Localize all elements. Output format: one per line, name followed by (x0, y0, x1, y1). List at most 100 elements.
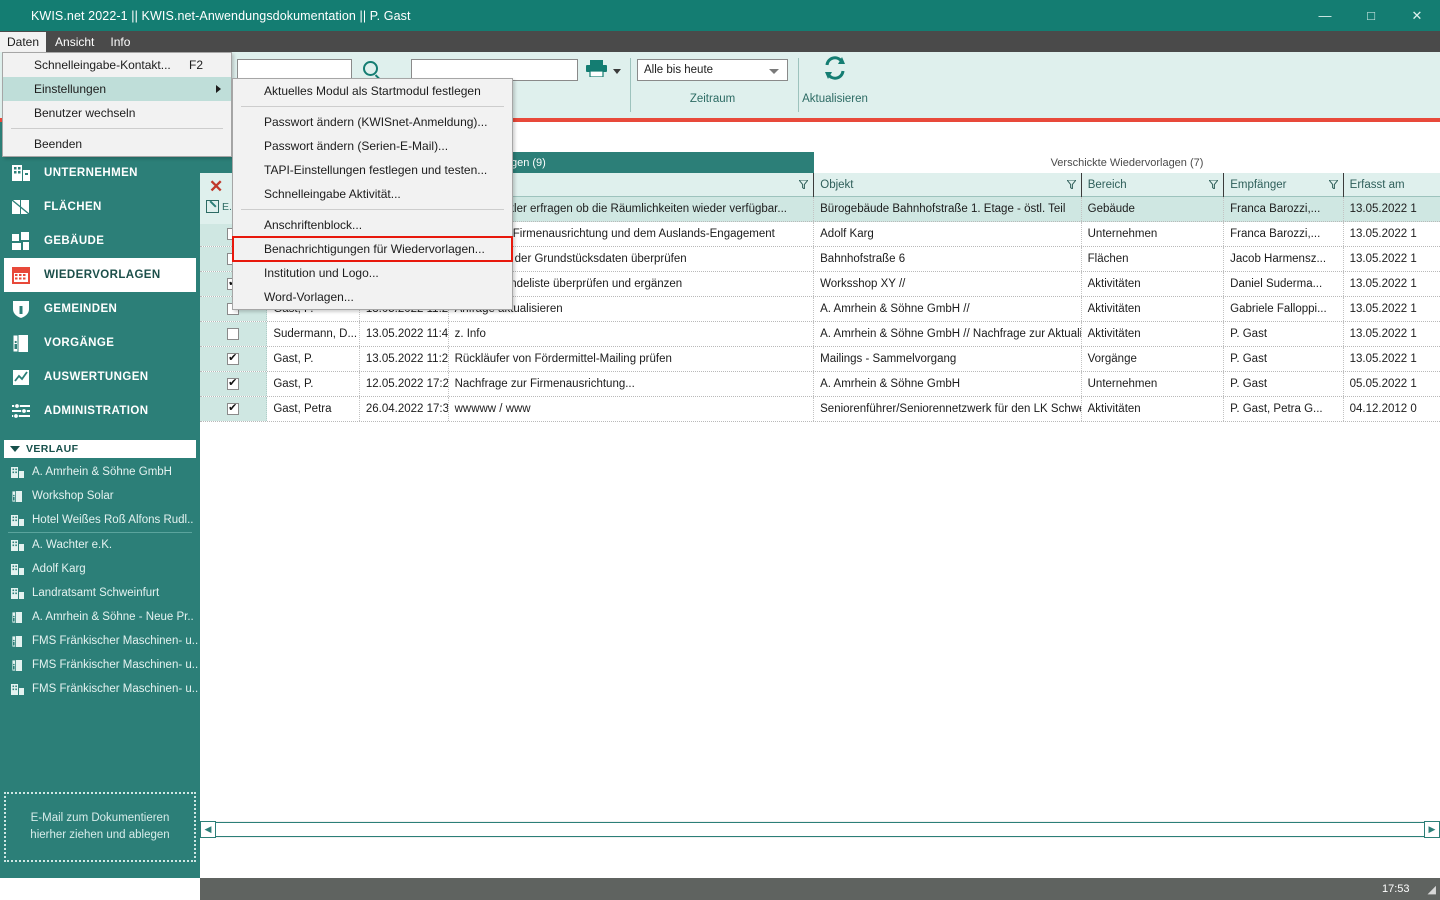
cell-erfasst: 13.05.2022 1 (1349, 353, 1417, 365)
sidebar-item-flaechen[interactable]: FLÄCHEN (0, 190, 200, 224)
sidebar-item-label: VORGÄNGE (44, 337, 115, 349)
folder-icon (10, 610, 25, 625)
refresh-icon[interactable] (822, 56, 848, 80)
column-header-erfasst-am[interactable]: Erfasst am (1344, 173, 1440, 197)
resize-grip-icon[interactable]: ◢ (1428, 883, 1436, 896)
cell-check[interactable] (200, 322, 268, 346)
menu-item-benutzer-wechseln[interactable]: Benutzer wechseln (3, 101, 231, 125)
column-header-bereich[interactable]: Bereich (1082, 173, 1225, 197)
cell-empfaenger: Jacob Harmensz... (1224, 247, 1344, 271)
submenu-item-tapi-einstellungen[interactable]: TAPI-Einstellungen festlegen und testen.… (233, 158, 512, 182)
cell-check[interactable] (200, 372, 268, 396)
table-row[interactable]: Gast, Petra26.04.2022 17:37:...wwwww / w… (200, 397, 1440, 422)
status-bar: 17:53 ◢ (200, 878, 1440, 900)
cell-empfaenger: P. Gast (1224, 347, 1344, 371)
cell-erfasst: 13.05.2022 1 (1349, 328, 1417, 340)
row-checkbox[interactable] (227, 328, 240, 340)
cell-check[interactable] (200, 347, 268, 371)
email-drop-line2: hierher ziehen und ablegen (30, 829, 170, 841)
email-drop-zone[interactable]: E-Mail zum Dokumentieren hierher ziehen … (4, 792, 196, 862)
row-checkbox[interactable] (227, 401, 240, 415)
history-item[interactable]: FMS Fränkischer Maschinen- u.. (0, 677, 200, 701)
column-header-objekt[interactable]: Objekt (814, 173, 1082, 197)
history-item[interactable]: Hotel Weißes Roß Alfons Rudl.. (0, 508, 200, 532)
filter-funnel-icon[interactable] (799, 180, 809, 189)
menu-daten[interactable]: Daten (0, 31, 47, 52)
row-checkbox[interactable] (227, 351, 240, 365)
areas-icon (10, 196, 32, 218)
scroll-right-button[interactable]: ▶ (1424, 821, 1440, 838)
sidebar-item-vorgaenge[interactable]: VORGÄNGE (0, 326, 200, 360)
submenu-item-anschriftenblock[interactable]: Anschriftenblock... (233, 213, 512, 237)
folder-icon (10, 332, 32, 354)
submenu-item-passwort-kwisnet[interactable]: Passwort ändern (KWISnet-Anmeldung)... (233, 110, 512, 134)
print-dropdown-caret-icon[interactable] (613, 69, 621, 74)
history-item[interactable]: A. Amrhein & Söhne - Neue Pr.. (0, 605, 200, 629)
sidebar-item-auswertungen[interactable]: AUSWERTUNGEN (0, 360, 200, 394)
submenu-item-institution-und-logo[interactable]: Institution und Logo... (233, 261, 512, 285)
cell-check[interactable] (200, 397, 268, 421)
history-item[interactable]: A. Amrhein & Söhne GmbH (0, 460, 200, 484)
tab-verschickte-wiedervorlagen[interactable]: Verschickte Wiedervorlagen (7) (814, 152, 1440, 173)
menu-item-beenden[interactable]: Beenden (3, 132, 231, 156)
table-row[interactable]: Gast, P.12.05.2022 17:25:...Nachfrage zu… (200, 372, 1440, 397)
table-row[interactable]: Gast, P.13.05.2022 11:24:...Rückläufer v… (200, 347, 1440, 372)
menu-ansicht[interactable]: Ansicht (48, 32, 101, 52)
filter-funnel-icon[interactable] (1328, 180, 1338, 189)
menu-info[interactable]: Info (103, 32, 137, 52)
row-checkbox[interactable] (227, 376, 240, 390)
menu-item-label: Schnelleingabe-Kontakt... (34, 58, 171, 72)
cell-erfasst: 13.05.2022 1 (1349, 303, 1417, 315)
scroll-left-button[interactable]: ◀ (200, 821, 216, 838)
submenu-item-passwort-serienmail[interactable]: Passwort ändern (Serien-E-Mail)... (233, 134, 512, 158)
sidebar-item-label: GEMEINDEN (44, 303, 118, 315)
history-item[interactable]: Workshop Solar (0, 484, 200, 508)
cell-bereich: Unternehmen (1082, 222, 1225, 246)
history-item[interactable]: FMS Fränkischer Maschinen- u.. (0, 653, 200, 677)
menu-item-label: Institution und Logo... (264, 266, 379, 280)
history-item[interactable]: Adolf Karg (0, 557, 200, 581)
column-header-empfaenger[interactable]: Empfänger (1224, 173, 1344, 197)
menu-item-einstellungen[interactable]: Einstellungen (3, 77, 231, 101)
sidebar-item-gebaeude[interactable]: GEBÄUDE (0, 224, 200, 258)
submenu-item-schnelleingabe-aktivitaet[interactable]: Schnelleingabe Aktivität... (233, 182, 512, 206)
close-icon[interactable]: ✕ (1394, 0, 1440, 31)
submenu-item-word-vorlagen[interactable]: Word-Vorlagen... (233, 285, 512, 309)
history-item[interactable]: Landratsamt Schweinfurt (0, 581, 200, 605)
minimize-icon[interactable]: — (1302, 0, 1348, 31)
history-item-label: FMS Fränkischer Maschinen- u.. (32, 659, 199, 671)
company-icon (10, 586, 25, 601)
sidebar-item-administration[interactable]: ADMINISTRATION (0, 394, 200, 428)
sidebar-item-unternehmen[interactable]: UNTERNEHMEN (0, 156, 200, 190)
filter-funnel-icon[interactable] (1209, 180, 1219, 189)
horizontal-scrollbar[interactable]: ◀ ▶ (200, 821, 1440, 838)
maximize-icon[interactable]: □ (1348, 0, 1394, 31)
filter-funnel-icon[interactable] (1066, 180, 1076, 189)
history-item-label: A. Wachter e.K. (32, 539, 113, 551)
scrollbar-thumb[interactable] (216, 823, 1286, 836)
cell-von: Gast, P. (267, 347, 360, 371)
menu-item-schnelleingabe-kontakt[interactable]: Schnelleingabe-Kontakt... F2 (3, 53, 231, 77)
company-icon (10, 513, 25, 528)
cell-empfaenger: Franca Barozzi,... (1224, 222, 1344, 246)
chart-icon (10, 366, 32, 388)
history-item[interactable]: A. Wachter e.K. (0, 533, 200, 557)
scrollbar-track[interactable] (216, 822, 1424, 837)
chevron-down-icon (769, 69, 779, 74)
sidebar-item-gemeinden[interactable]: GEMEINDEN (0, 292, 200, 326)
search-icon[interactable] (363, 61, 378, 76)
history-item-label: FMS Fränkischer Maschinen- u.. (32, 683, 199, 695)
title-bar: KWIS.net 2022-1 || KWIS.net-Anwendungsdo… (0, 0, 1440, 31)
verlauf-header[interactable]: VERLAUF (4, 440, 196, 458)
close-icon[interactable]: ✕ (209, 177, 223, 197)
history-item-label: A. Amrhein & Söhne - Neue Pr.. (32, 611, 194, 623)
submenu-item-startmodul[interactable]: Aktuelles Modul als Startmodul festlegen (233, 79, 512, 103)
printer-icon[interactable] (586, 59, 607, 77)
history-item-label: Landratsamt Schweinfurt (32, 587, 160, 599)
submenu-item-benachrichtigungen-wiedervorlagen[interactable]: Benachrichtigungen für Wiedervorlagen... (232, 236, 513, 262)
zeitraum-select[interactable]: Alle bis heute (637, 59, 788, 81)
history-item[interactable]: FMS Fränkischer Maschinen- u.. (0, 629, 200, 653)
table-row[interactable]: Sudermann, D...13.05.2022 11:41:...z. In… (200, 322, 1440, 347)
cell-erfasst: 05.05.2022 1 (1349, 378, 1417, 390)
sidebar-item-wiedervorlagen[interactable]: WIEDERVORLAGEN (4, 258, 196, 292)
